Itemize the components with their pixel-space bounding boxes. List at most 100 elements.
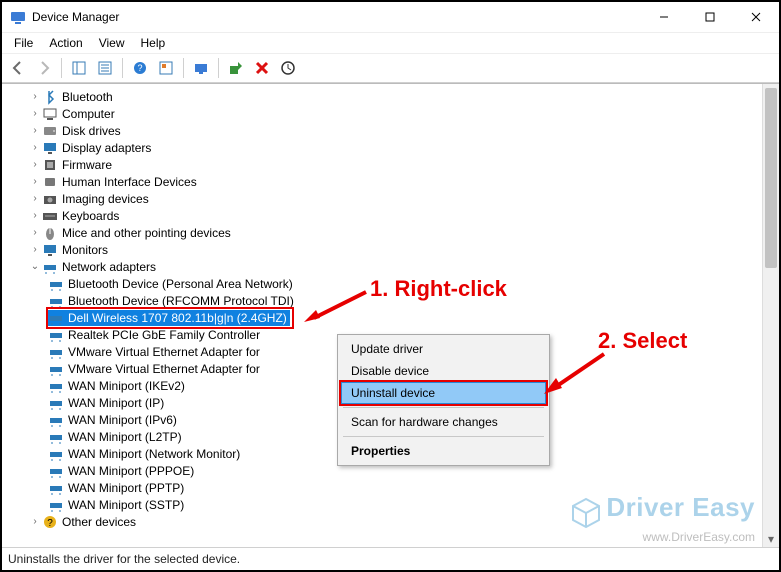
tree-item-label: WAN Miniport (Network Monitor) bbox=[68, 447, 240, 461]
scan-hardware-button[interactable] bbox=[189, 56, 213, 80]
tree-item-label: WAN Miniport (PPTP) bbox=[68, 481, 184, 495]
chevron-right-icon[interactable]: › bbox=[28, 107, 42, 121]
network-icon bbox=[48, 497, 64, 513]
network-icon bbox=[48, 412, 64, 428]
tree-item[interactable]: WAN Miniport (SSTP) bbox=[6, 496, 763, 513]
chevron-right-icon[interactable]: › bbox=[28, 90, 42, 104]
window-controls bbox=[641, 2, 779, 32]
show-hide-tree-button[interactable] bbox=[67, 56, 91, 80]
vertical-scrollbar[interactable]: ▴ ▾ bbox=[762, 84, 779, 547]
chevron-down-icon[interactable]: ⌄ bbox=[28, 260, 42, 274]
tree-category-label: Computer bbox=[62, 107, 115, 121]
device-manager-window: Device Manager File Action View Help ? bbox=[0, 0, 781, 572]
network-icon bbox=[48, 480, 64, 496]
context-menu-item[interactable]: Uninstall device bbox=[341, 382, 546, 404]
tree-item[interactable]: Bluetooth Device (Personal Area Network) bbox=[6, 275, 763, 292]
enable-device-button[interactable] bbox=[224, 56, 248, 80]
context-menu-separator bbox=[343, 407, 544, 408]
tree-category[interactable]: › Imaging devices bbox=[6, 190, 763, 207]
context-menu[interactable]: Update driverDisable device Uninstall de… bbox=[337, 334, 550, 466]
firmware-icon bbox=[42, 157, 58, 173]
tree-item-label: Realtek PCIe GbE Family Controller bbox=[68, 328, 260, 342]
chevron-right-icon[interactable]: › bbox=[28, 515, 42, 529]
chevron-right-icon[interactable]: › bbox=[28, 141, 42, 155]
tree-category[interactable]: › Bluetooth bbox=[6, 88, 763, 105]
context-menu-highlight-frame: Uninstall device bbox=[339, 380, 548, 406]
help-button[interactable]: ? bbox=[128, 56, 152, 80]
network-icon bbox=[48, 344, 64, 360]
device-tree[interactable]: › Bluetooth › Computer › Disk drives › D… bbox=[2, 84, 763, 547]
uninstall-device-button[interactable] bbox=[250, 56, 274, 80]
tree-category[interactable]: › Computer bbox=[6, 105, 763, 122]
tree-item-label: Bluetooth Device (Personal Area Network) bbox=[68, 277, 293, 291]
tree-item-selected[interactable]: Dell Wireless 1707 802.11b|g|n (2.4GHZ) bbox=[6, 309, 763, 326]
tree-category-label: Keyboards bbox=[62, 209, 119, 223]
tree-category[interactable]: › Human Interface Devices bbox=[6, 173, 763, 190]
chevron-right-icon[interactable]: › bbox=[28, 158, 42, 172]
network-icon bbox=[48, 463, 64, 479]
scroll-down-arrow[interactable]: ▾ bbox=[763, 531, 779, 547]
monitor-icon bbox=[42, 242, 58, 258]
app-icon bbox=[10, 9, 26, 25]
chevron-right-icon[interactable]: › bbox=[28, 226, 42, 240]
tree-item-label: VMware Virtual Ethernet Adapter for bbox=[68, 362, 260, 376]
context-menu-item[interactable]: Scan for hardware changes bbox=[341, 411, 546, 433]
tree-category-label: Mice and other pointing devices bbox=[62, 226, 231, 240]
nav-back-button[interactable] bbox=[6, 56, 30, 80]
client-area: › Bluetooth › Computer › Disk drives › D… bbox=[2, 83, 779, 547]
nav-forward-button[interactable] bbox=[32, 56, 56, 80]
context-menu-item[interactable]: Update driver bbox=[341, 338, 546, 360]
tree-category-label: Other devices bbox=[62, 515, 136, 529]
display-icon bbox=[42, 140, 58, 156]
network-icon bbox=[48, 395, 64, 411]
tree-category[interactable]: ⌄ Network adapters bbox=[6, 258, 763, 275]
menu-help[interactable]: Help bbox=[133, 34, 174, 52]
tree-item-label: WAN Miniport (IKEv2) bbox=[68, 379, 185, 393]
computer-icon bbox=[42, 106, 58, 122]
chevron-right-icon[interactable]: › bbox=[28, 192, 42, 206]
tree-category[interactable]: › Monitors bbox=[6, 241, 763, 258]
tree-item-label: WAN Miniport (SSTP) bbox=[68, 498, 184, 512]
tree-item-label: VMware Virtual Ethernet Adapter for bbox=[68, 345, 260, 359]
tree-category[interactable]: › Display adapters bbox=[6, 139, 763, 156]
tree-category[interactable]: › Disk drives bbox=[6, 122, 763, 139]
chevron-right-icon[interactable]: › bbox=[28, 243, 42, 257]
network-icon bbox=[48, 446, 64, 462]
network-icon bbox=[48, 276, 64, 292]
action-button[interactable] bbox=[154, 56, 178, 80]
tree-category[interactable]: › Keyboards bbox=[6, 207, 763, 224]
tree-category[interactable]: › Mice and other pointing devices bbox=[6, 224, 763, 241]
menu-file[interactable]: File bbox=[6, 34, 41, 52]
tree-category-label: Network adapters bbox=[62, 260, 156, 274]
keyboard-icon bbox=[42, 208, 58, 224]
context-menu-separator bbox=[343, 436, 544, 437]
context-menu-item[interactable]: Properties bbox=[341, 440, 546, 462]
chevron-right-icon[interactable]: › bbox=[28, 124, 42, 138]
network-icon bbox=[48, 361, 64, 377]
close-button[interactable] bbox=[733, 2, 779, 32]
minimize-button[interactable] bbox=[641, 2, 687, 32]
tree-category-label: Display adapters bbox=[62, 141, 151, 155]
context-menu-item[interactable]: Disable device bbox=[341, 360, 546, 382]
tree-category[interactable]: › ? Other devices bbox=[6, 513, 763, 530]
scroll-thumb[interactable] bbox=[765, 88, 777, 268]
tree-category-label: Imaging devices bbox=[62, 192, 149, 206]
update-driver-button[interactable] bbox=[276, 56, 300, 80]
maximize-button[interactable] bbox=[687, 2, 733, 32]
chevron-right-icon[interactable]: › bbox=[28, 175, 42, 189]
network-icon bbox=[48, 310, 64, 326]
menu-action[interactable]: Action bbox=[41, 34, 90, 52]
network-icon bbox=[48, 378, 64, 394]
tree-category[interactable]: › Firmware bbox=[6, 156, 763, 173]
disk-icon bbox=[42, 123, 58, 139]
properties-button[interactable] bbox=[93, 56, 117, 80]
window-title: Device Manager bbox=[32, 10, 119, 24]
hid-icon bbox=[42, 174, 58, 190]
network-icon bbox=[48, 429, 64, 445]
tree-category-label: Bluetooth bbox=[62, 90, 113, 104]
camera-icon bbox=[42, 191, 58, 207]
tree-category-label: Disk drives bbox=[62, 124, 121, 138]
chevron-right-icon[interactable]: › bbox=[28, 209, 42, 223]
tree-item[interactable]: WAN Miniport (PPTP) bbox=[6, 479, 763, 496]
menu-view[interactable]: View bbox=[91, 34, 133, 52]
